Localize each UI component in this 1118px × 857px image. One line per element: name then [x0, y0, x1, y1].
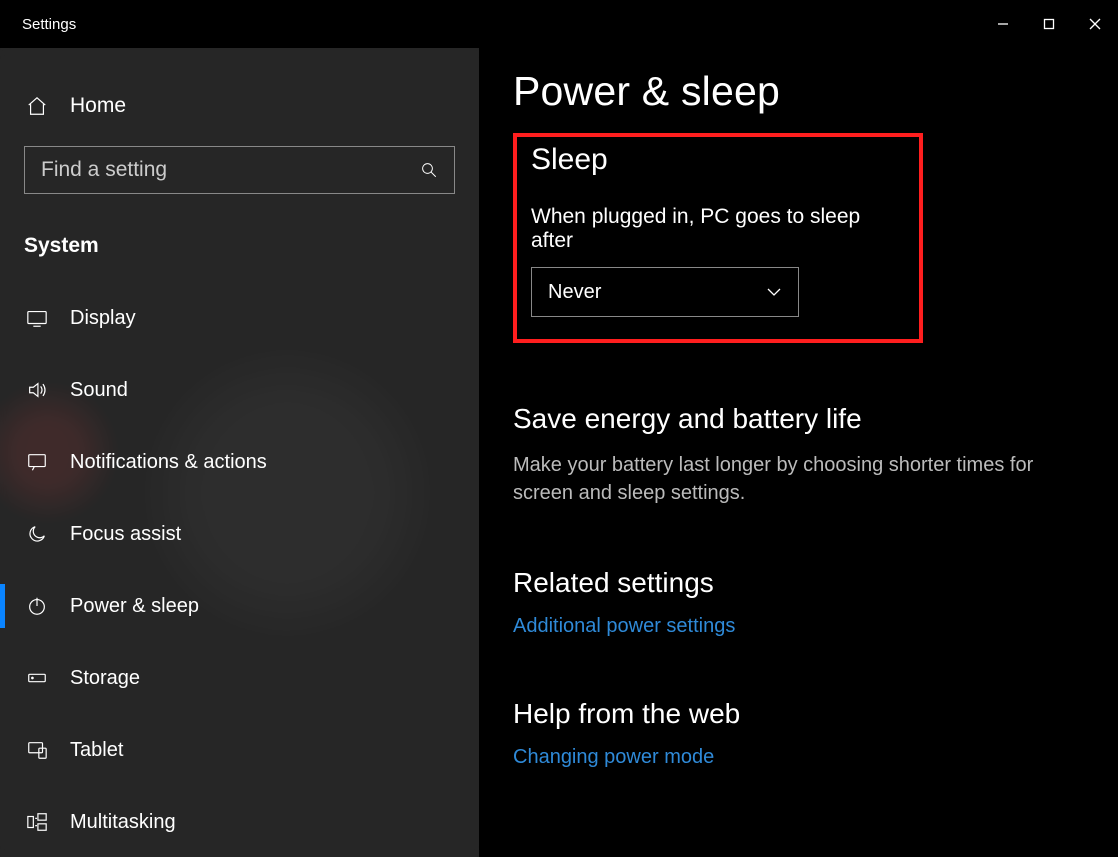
energy-body: Make your battery last longer by choosin…	[513, 451, 1073, 507]
chevron-down-icon	[766, 284, 782, 300]
window-controls	[980, 4, 1118, 44]
sidebar-item-storage[interactable]: Storage	[0, 642, 479, 714]
window-title: Settings	[0, 16, 76, 33]
content-pane: Power & sleep Sleep When plugged in, PC …	[479, 48, 1118, 857]
storage-icon	[26, 667, 48, 689]
sound-icon	[26, 379, 48, 401]
sidebar-item-label: Sound	[70, 379, 128, 402]
help-heading: Help from the web	[513, 698, 1078, 730]
sidebar-nav: Display Sound Notifications & actions	[0, 282, 479, 857]
sidebar-item-label: Storage	[70, 667, 140, 690]
sidebar: Home System Display	[0, 48, 479, 857]
nav-home[interactable]: Home	[0, 84, 479, 146]
minimize-button[interactable]	[980, 4, 1026, 44]
sidebar-item-focus-assist[interactable]: Focus assist	[0, 498, 479, 570]
close-button[interactable]	[1072, 4, 1118, 44]
notifications-icon	[26, 451, 48, 473]
sleep-timeout-value: Never	[548, 281, 601, 304]
focus-assist-icon	[26, 523, 48, 545]
sidebar-item-label: Focus assist	[70, 523, 181, 546]
related-section: Related settings Additional power settin…	[513, 567, 1078, 638]
related-heading: Related settings	[513, 567, 1078, 599]
link-changing-power-mode[interactable]: Changing power mode	[513, 746, 1078, 769]
sidebar-item-label: Notifications & actions	[70, 451, 267, 474]
sidebar-item-multitasking[interactable]: Multitasking	[0, 786, 479, 857]
sidebar-item-label: Display	[70, 307, 136, 330]
sidebar-item-display[interactable]: Display	[0, 282, 479, 354]
sidebar-group-label: System	[0, 194, 479, 282]
close-icon	[1089, 18, 1101, 30]
sleep-field-label: When plugged in, PC goes to sleep after	[531, 205, 905, 253]
maximize-icon	[1043, 18, 1055, 30]
sidebar-item-tablet[interactable]: Tablet	[0, 714, 479, 786]
search-field[interactable]	[41, 158, 420, 182]
search-icon	[420, 161, 438, 179]
sidebar-item-power-sleep[interactable]: Power & sleep	[0, 570, 479, 642]
home-icon	[26, 95, 48, 117]
sidebar-item-label: Power & sleep	[70, 595, 199, 618]
sidebar-item-label: Tablet	[70, 739, 123, 762]
page-title: Power & sleep	[513, 68, 1078, 115]
sleep-heading: Sleep	[531, 143, 905, 177]
energy-section: Save energy and battery life Make your b…	[513, 403, 1078, 507]
search-input[interactable]	[24, 146, 455, 194]
help-section: Help from the web Changing power mode	[513, 698, 1078, 769]
sleep-timeout-dropdown[interactable]: Never	[531, 267, 799, 317]
minimize-icon	[997, 18, 1009, 30]
energy-heading: Save energy and battery life	[513, 403, 1078, 435]
sidebar-item-sound[interactable]: Sound	[0, 354, 479, 426]
maximize-button[interactable]	[1026, 4, 1072, 44]
power-icon	[26, 595, 48, 617]
nav-home-label: Home	[70, 94, 126, 118]
display-icon	[26, 307, 48, 329]
sidebar-item-notifications[interactable]: Notifications & actions	[0, 426, 479, 498]
link-additional-power-settings[interactable]: Additional power settings	[513, 615, 1078, 638]
multitasking-icon	[26, 811, 48, 833]
titlebar: Settings	[0, 0, 1118, 48]
sleep-section-highlight: Sleep When plugged in, PC goes to sleep …	[513, 133, 923, 343]
sidebar-item-label: Multitasking	[70, 811, 176, 834]
tablet-icon	[26, 739, 48, 761]
